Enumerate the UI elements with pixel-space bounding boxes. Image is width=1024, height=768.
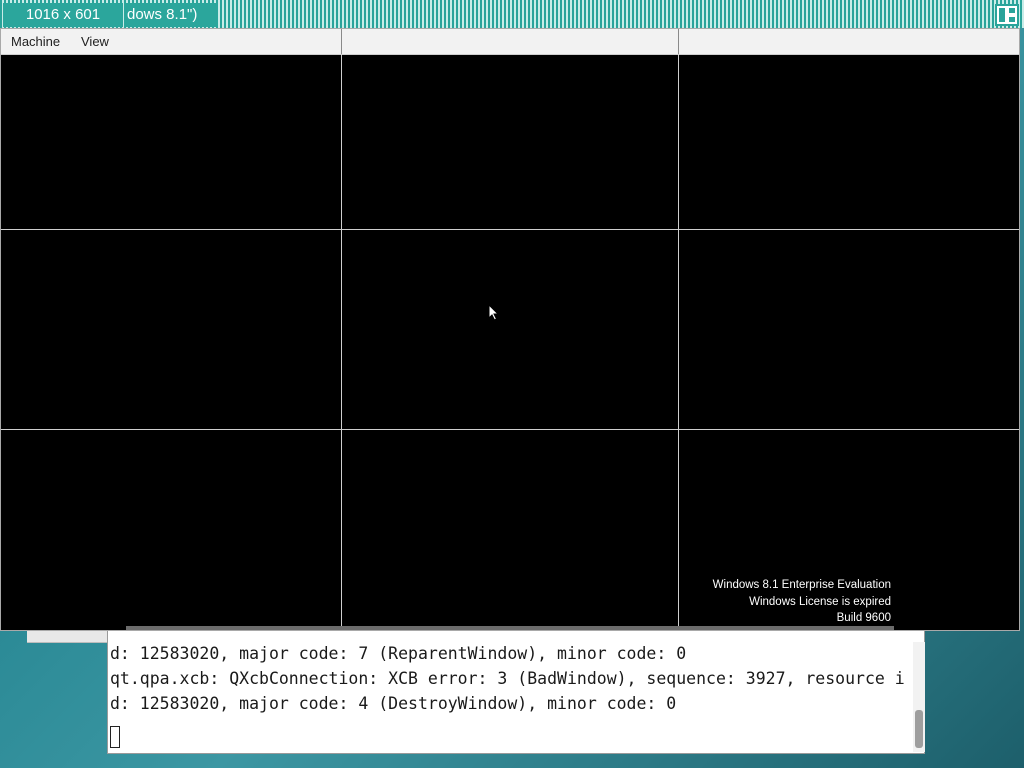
license-watermark: Windows 8.1 Enterprise Evaluation Window… [713, 577, 891, 627]
menu-view[interactable]: View [74, 29, 116, 54]
grid-line [1, 429, 1019, 430]
watermark-build: Build 9600 [836, 612, 891, 624]
terminal-line: d: 12583020, major code: 4 (DestroyWindo… [110, 694, 677, 713]
mouse-pointer-icon [488, 304, 500, 321]
terminal-scrollbar-thumb[interactable] [915, 710, 923, 748]
watermark-license: Windows License is expired [749, 595, 891, 608]
resolution-indicator: 1016 x 601 [3, 3, 123, 27]
terminal-output: d: 12583020, major code: 7 (ReparentWind… [110, 641, 910, 716]
menu-divider [341, 29, 342, 54]
vm-titlebar[interactable]: 1016 x 601 dows 8.1") [0, 0, 1024, 28]
vm-window: Machine View Windows 8.1 Enterprise Eval… [0, 28, 1020, 631]
grid-line [678, 55, 679, 630]
terminal-cursor [110, 726, 120, 748]
guest-taskbar [126, 626, 894, 630]
watermark-edition: Windows 8.1 Enterprise Evaluation [712, 579, 891, 591]
guest-screen[interactable]: Windows 8.1 Enterprise Evaluation Window… [1, 55, 1019, 630]
menu-machine[interactable]: Machine [4, 29, 67, 54]
menu-divider [678, 29, 679, 54]
terminal-line: d: 12583020, major code: 7 (ReparentWind… [110, 644, 687, 663]
window-title: dows 8.1") [124, 3, 218, 27]
grid-line [1, 229, 1019, 230]
terminal-line: qt.qpa.xcb: QXcbConnection: XCB error: 3… [110, 669, 905, 688]
menu-bar: Machine View [1, 29, 1019, 55]
grid-line [341, 55, 342, 630]
resize-screen-icon[interactable] [995, 4, 1019, 26]
